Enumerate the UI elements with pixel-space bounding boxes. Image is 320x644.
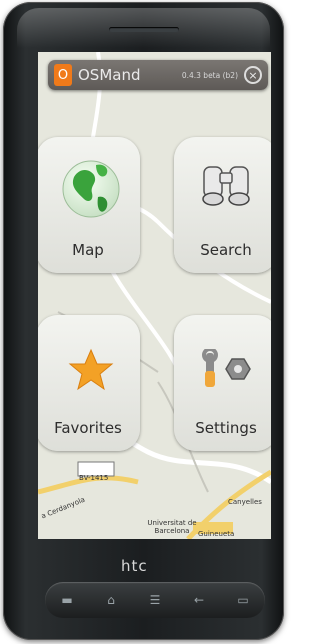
brand-logo: htc (121, 557, 148, 575)
home-button[interactable]: ⌂ (94, 588, 128, 612)
map-tile-label: Map (72, 241, 104, 259)
settings-tile-label: Settings (195, 419, 257, 437)
menu-icon: ☰ (149, 593, 161, 607)
app-logo-icon: O (54, 64, 72, 86)
settings-tile[interactable]: Settings (174, 315, 271, 451)
back-icon: ← (193, 593, 205, 607)
binoculars-icon (202, 166, 250, 206)
back-button[interactable]: ← (182, 588, 216, 612)
end-call-icon: ▭ (237, 593, 249, 607)
map-roads (38, 52, 271, 539)
end-call-button[interactable]: ▭ (226, 588, 260, 612)
home-icon: ⌂ (107, 593, 115, 607)
star-icon (68, 348, 114, 391)
search-tile-label: Search (200, 241, 252, 259)
menu-button[interactable]: ☰ (138, 588, 172, 612)
map-place-c: Guineueta (198, 530, 235, 538)
map-tile[interactable]: Map (38, 137, 140, 273)
map-road-code: BV-1415 (79, 474, 109, 482)
hardware-navbar: ▬ ⌂ ☰ ← ▭ (45, 582, 265, 618)
phone-icon: ▬ (61, 593, 73, 607)
globe-icon (62, 160, 120, 218)
close-icon[interactable]: × (244, 66, 262, 84)
earpiece (109, 27, 179, 32)
app-titlebar: O OSMand 0.4.3 beta (b2) × (48, 60, 268, 90)
map-place-b: Universitat de Barcelona (147, 519, 197, 535)
app-version: 0.4.3 beta (b2) (181, 70, 238, 80)
wrench-nut-icon (202, 349, 251, 387)
favorites-tile[interactable]: Favorites (38, 315, 140, 451)
screen: O OSMand 0.4.3 beta (b2) × Map Search Fa… (38, 52, 271, 539)
map-place-d: Canyelles (228, 498, 262, 506)
call-button[interactable]: ▬ (50, 588, 84, 612)
favorites-tile-label: Favorites (54, 419, 122, 437)
map-background (38, 52, 271, 539)
search-tile[interactable]: Search (174, 137, 271, 273)
app-title: OSMand (78, 66, 141, 84)
